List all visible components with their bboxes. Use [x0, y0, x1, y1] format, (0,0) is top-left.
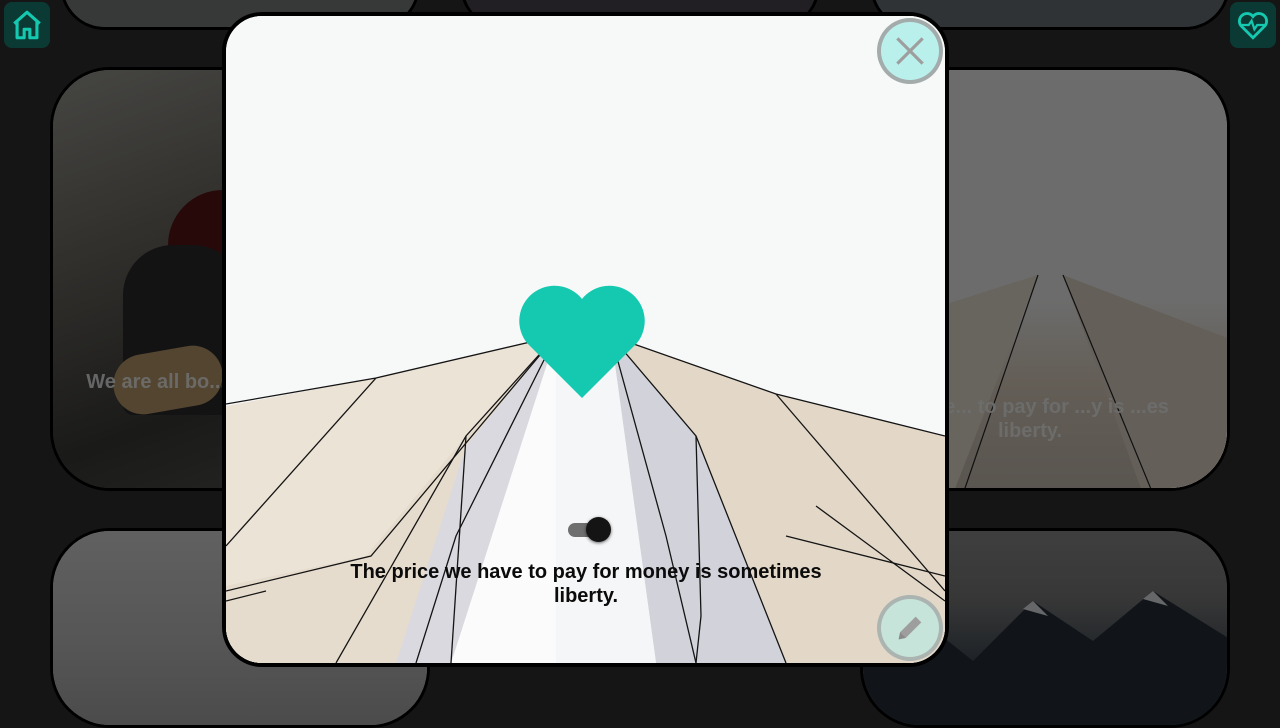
like-heart-icon[interactable]	[517, 284, 647, 400]
favorites-button[interactable]	[1230, 2, 1276, 48]
heart-pulse-icon	[1238, 12, 1268, 40]
toggle-knob	[586, 517, 611, 542]
image-detail-modal: The price we have to pay for money is so…	[222, 12, 949, 667]
close-button[interactable]	[877, 18, 943, 84]
quote-text: The price we have to pay for money is so…	[350, 561, 822, 607]
quote-toggle-switch[interactable]	[566, 517, 612, 542]
home-button[interactable]	[4, 2, 50, 48]
pencil-icon	[898, 616, 922, 640]
close-icon	[896, 37, 924, 65]
edit-button[interactable]	[877, 595, 943, 661]
home-icon	[13, 10, 41, 40]
